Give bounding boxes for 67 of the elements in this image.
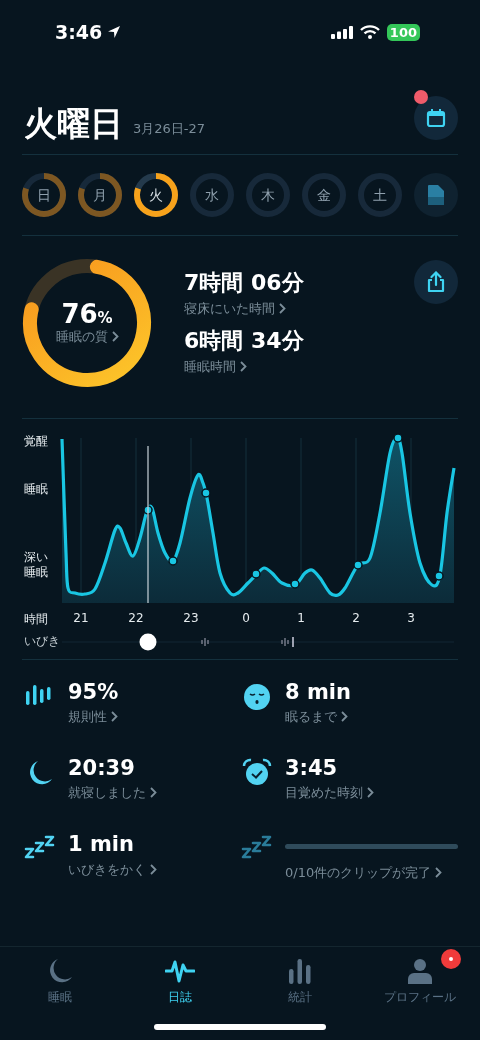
hour-label: 1 [297, 611, 305, 625]
duration-link[interactable]: 寝床にいた時間 [184, 300, 304, 318]
document-icon [427, 184, 445, 206]
location-arrow-icon [107, 25, 122, 39]
tab[interactable]: プロフィール [365, 947, 475, 1017]
chevron-icon [435, 867, 443, 879]
duration-link[interactable]: 睡眠時間 [184, 358, 304, 376]
hour-label: 22 [128, 611, 144, 625]
chevron-icon [150, 863, 157, 875]
stat-link[interactable]: 目覚めた時刻 [285, 784, 458, 803]
day-ring[interactable]: 火 [134, 173, 178, 217]
battery-level: 100 [386, 23, 420, 41]
share-icon [426, 271, 446, 293]
tab[interactable]: 統計 [245, 947, 355, 1017]
snore-mark-icon [201, 637, 209, 647]
hour-label: 23 [183, 611, 199, 625]
axis-label: 覚醒 [24, 434, 48, 448]
stat-value: 95% [68, 680, 120, 706]
chevron-icon [341, 711, 348, 723]
calendar-button[interactable] [414, 96, 458, 140]
duration-value: 7時間 06分 [184, 269, 304, 297]
stat-value: 20:39 [68, 756, 136, 782]
stat-link[interactable]: 就寝しました [68, 784, 241, 803]
chevron-icon [111, 711, 118, 723]
axis-label: 睡眠 [24, 482, 48, 496]
stat-link[interactable]: いびきをかく [68, 860, 241, 879]
hour-label: 2 [352, 611, 360, 625]
day-ring[interactable]: 金 [302, 173, 346, 217]
chevron-icon [150, 787, 157, 799]
report-button[interactable] [414, 173, 458, 217]
quality-link[interactable]: 睡眠の質 [55, 328, 119, 347]
status-time: 3:46 [55, 21, 103, 43]
day-ring[interactable]: 水 [190, 173, 234, 217]
chevron-icon [367, 787, 374, 799]
stat-value: 1 min [68, 832, 135, 858]
share-button[interactable] [414, 260, 458, 304]
axis-label: 深い睡眠 [24, 550, 48, 579]
chevron-icon [111, 331, 119, 343]
stat-value: 3:45 [285, 756, 339, 782]
hour-label: 21 [73, 611, 89, 625]
date-range: 3月26日-27 [133, 120, 206, 138]
slider-thumb[interactable] [139, 633, 157, 651]
snore-mark-icon [281, 636, 294, 648]
day-ring[interactable]: 木 [246, 173, 290, 217]
axis-label: 時間 [24, 612, 48, 626]
tab[interactable]: 日誌 [125, 947, 235, 1017]
hour-label: 0 [242, 611, 250, 625]
hour-label: 3 [407, 611, 415, 625]
person-icon [405, 957, 435, 985]
tab[interactable]: 睡眠 [5, 947, 115, 1017]
day-ring[interactable]: 土 [358, 173, 402, 217]
stat-link[interactable]: 規則性 [68, 708, 241, 727]
stat-link[interactable]: 眠るまで [285, 708, 458, 727]
day-ring[interactable]: 日 [22, 173, 66, 217]
sleepy-face-icon [241, 682, 273, 712]
calendar-icon [426, 108, 446, 128]
duration-value: 6時間 34分 [184, 327, 304, 355]
day-ring[interactable]: 月 [78, 173, 122, 217]
stat-value: 8 min [285, 680, 352, 706]
signal-icon [330, 25, 353, 39]
quality-score: 76% [61, 299, 113, 329]
chevron-icon [279, 303, 286, 314]
snore-label: いびき [24, 634, 60, 648]
day-title: 火曜日 [24, 107, 123, 140]
stat-link[interactable]: 0/10件のクリップが完了 [285, 864, 458, 883]
chevron-icon [240, 361, 247, 372]
wifi-icon [359, 25, 380, 39]
